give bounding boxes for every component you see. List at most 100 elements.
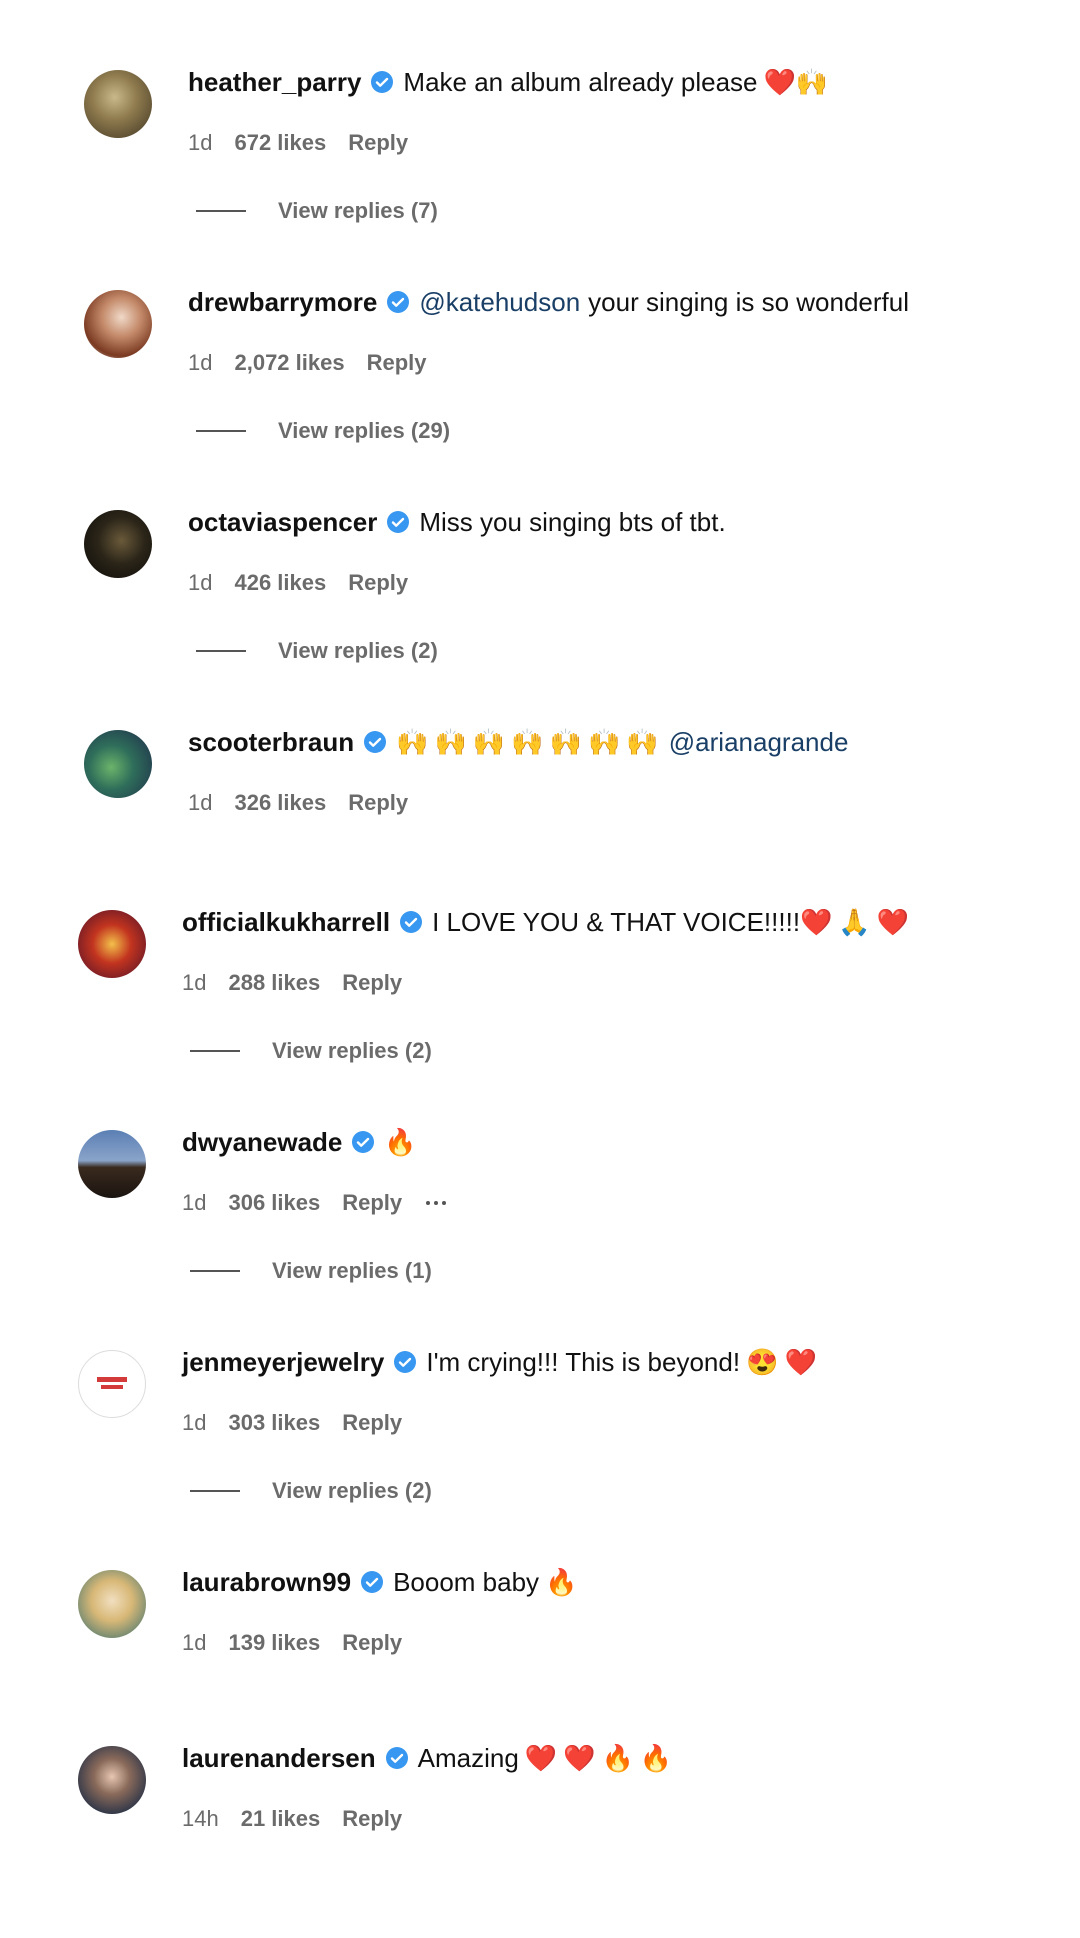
- reply-button[interactable]: Reply: [342, 1190, 402, 1216]
- avatar[interactable]: [84, 510, 152, 578]
- username[interactable]: laurabrown99: [182, 1567, 351, 1598]
- heart-emoji-icon: ❤️: [763, 67, 796, 97]
- comment-item: laurenandersen Amazing ❤️ ❤️ 🔥 🔥 14h 21 …: [0, 1738, 1080, 1938]
- heart-emoji-icon: ❤️: [800, 907, 833, 937]
- likes-count[interactable]: 2,072 likes: [234, 350, 344, 376]
- reply-button[interactable]: Reply: [348, 130, 408, 156]
- comment-time: 1d: [182, 1410, 207, 1435]
- username[interactable]: dwyanewade: [182, 1127, 342, 1158]
- heart-emoji-icon: ❤️: [784, 1347, 817, 1377]
- replies-divider: [190, 1490, 240, 1492]
- avatar[interactable]: [78, 910, 146, 978]
- view-replies-button[interactable]: View replies (2): [196, 638, 438, 664]
- raised-hands-emoji-icon: 🙌: [588, 727, 621, 757]
- verified-badge-icon: [394, 1351, 417, 1373]
- avatar[interactable]: [78, 1570, 146, 1638]
- avatar[interactable]: [84, 70, 152, 138]
- comment-time: 1d: [188, 130, 213, 155]
- view-replies-button[interactable]: View replies (7): [196, 198, 438, 224]
- comment-time: 1d: [182, 1190, 207, 1215]
- replies-divider: [196, 650, 246, 652]
- verified-badge-icon: [387, 511, 410, 533]
- comment-list: heather_parry Make an album already plea…: [0, 0, 1080, 1920]
- likes-count[interactable]: 21 likes: [241, 1806, 321, 1832]
- mention-link[interactable]: @katehudson: [419, 287, 580, 318]
- likes-count[interactable]: 306 likes: [228, 1190, 320, 1216]
- likes-count[interactable]: 426 likes: [234, 570, 326, 596]
- view-replies-label: View replies (2): [272, 1478, 432, 1503]
- reply-button[interactable]: Reply: [342, 970, 402, 996]
- username[interactable]: laurenandersen: [182, 1743, 376, 1774]
- reply-button[interactable]: Reply: [342, 1630, 402, 1656]
- heart-eyes-emoji-icon: 😍: [746, 1347, 779, 1377]
- more-dot: [426, 1201, 431, 1205]
- username[interactable]: octaviaspencer: [188, 507, 377, 538]
- avatar[interactable]: [78, 1746, 146, 1814]
- comment-time: 14h: [182, 1806, 219, 1831]
- likes-count[interactable]: 326 likes: [234, 790, 326, 816]
- verified-badge-icon: [361, 1571, 384, 1593]
- more-dot: [434, 1201, 439, 1205]
- comment-item: scooterbraun 🙌 🙌 🙌 🙌 🙌 🙌 🙌 @arianagrande…: [0, 722, 1080, 922]
- avatar[interactable]: [84, 730, 152, 798]
- verified-badge-icon: [352, 1131, 375, 1153]
- heart-emoji-icon: ❤️: [563, 1743, 596, 1773]
- likes-count[interactable]: 303 likes: [228, 1410, 320, 1436]
- reply-button[interactable]: Reply: [342, 1806, 402, 1832]
- avatar[interactable]: [78, 1130, 146, 1198]
- replies-divider: [196, 210, 246, 212]
- comment-item: dwyanewade 🔥 1d 306 likes Reply View rep…: [0, 1122, 1080, 1322]
- heart-emoji-icon: ❤️: [524, 1743, 558, 1773]
- view-replies-label: View replies (2): [278, 638, 438, 663]
- fire-emoji-icon: 🔥: [601, 1743, 634, 1773]
- raised-hands-emoji-icon: 🙌: [626, 727, 659, 757]
- verified-badge-icon: [371, 71, 394, 93]
- fire-emoji-icon: 🔥: [545, 1567, 578, 1597]
- raised-hands-emoji-icon: 🙌: [472, 727, 506, 757]
- comment-text: Make an album already please: [403, 66, 758, 97]
- comment-time: 1d: [188, 570, 213, 595]
- comment-text: Booom baby: [393, 1566, 540, 1597]
- avatar[interactable]: [78, 1350, 146, 1418]
- username[interactable]: officialkukharrell: [182, 907, 390, 938]
- view-replies-label: View replies (29): [278, 418, 451, 443]
- reply-button[interactable]: Reply: [348, 790, 408, 816]
- view-replies-label: View replies (1): [272, 1258, 432, 1283]
- comment-time: 1d: [188, 790, 213, 815]
- comment-text: I'm crying!!! This is beyond!: [426, 1346, 741, 1377]
- jenmeyer-logo-icon: [97, 1377, 127, 1389]
- verified-badge-icon: [387, 291, 410, 313]
- view-replies-button[interactable]: View replies (2): [190, 1478, 432, 1504]
- reply-button[interactable]: Reply: [367, 350, 427, 376]
- verified-badge-icon: [364, 731, 387, 753]
- view-replies-label: View replies (7): [278, 198, 438, 223]
- comment-text: I LOVE YOU & THAT VOICE!!!!!: [432, 906, 801, 937]
- username[interactable]: scooterbraun: [188, 727, 354, 758]
- verified-badge-icon: [385, 1747, 408, 1769]
- reply-button[interactable]: Reply: [342, 1410, 402, 1436]
- avatar[interactable]: [84, 290, 152, 358]
- more-horizontal-icon[interactable]: [426, 1201, 447, 1205]
- replies-divider: [196, 430, 246, 432]
- view-replies-label: View replies (2): [272, 1038, 432, 1063]
- likes-count[interactable]: 139 likes: [228, 1630, 320, 1656]
- mention-link[interactable]: @arianagrande: [669, 727, 849, 758]
- likes-count[interactable]: 288 likes: [228, 970, 320, 996]
- username[interactable]: jenmeyerjewelry: [182, 1347, 384, 1378]
- comment-time: 1d: [188, 350, 213, 375]
- comment-text: Amazing: [417, 1742, 519, 1773]
- comment-text: Miss you singing bts of tbt.: [419, 506, 726, 537]
- raised-hands-emoji-icon: 🙌: [795, 67, 829, 97]
- raised-hands-emoji-icon: 🙌: [434, 727, 467, 757]
- likes-count[interactable]: 672 likes: [234, 130, 326, 156]
- view-replies-button[interactable]: View replies (2): [190, 1038, 432, 1064]
- comment-item: drewbarrymore @katehudson your singing i…: [0, 282, 1080, 482]
- username[interactable]: drewbarrymore: [188, 287, 377, 318]
- comment-item: officialkukharrell I LOVE YOU & THAT VOI…: [0, 902, 1080, 1102]
- replies-divider: [190, 1050, 240, 1052]
- verified-badge-icon: [400, 911, 423, 933]
- view-replies-button[interactable]: View replies (29): [196, 418, 450, 444]
- reply-button[interactable]: Reply: [348, 570, 408, 596]
- username[interactable]: heather_parry: [188, 67, 361, 98]
- view-replies-button[interactable]: View replies (1): [190, 1258, 432, 1284]
